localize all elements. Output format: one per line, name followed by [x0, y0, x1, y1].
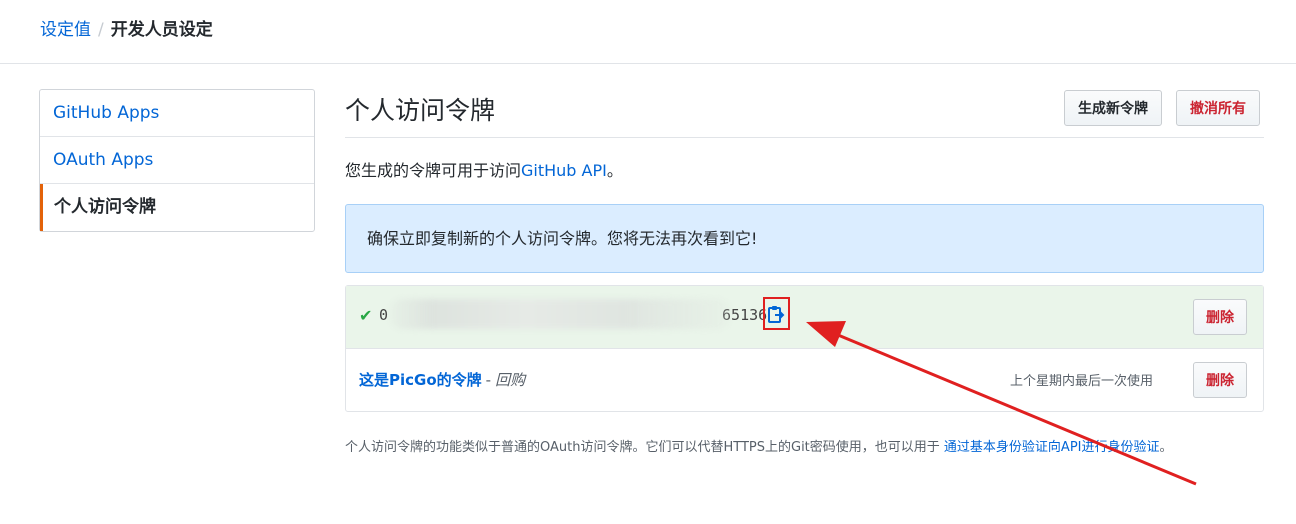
breadcrumb: 设定值 / 开发人员设定: [40, 19, 213, 41]
generate-token-button[interactable]: 生成新令牌: [1064, 90, 1162, 126]
description-suffix: 。: [606, 161, 623, 180]
token-list: ✔ 0 65136 删除 这是PicGo的令牌 - 回购 上个星期内最后一次使用 删除: [345, 285, 1264, 412]
sidebar-menu: GitHub Apps OAuth Apps 个人访问令牌: [39, 89, 315, 232]
delete-new-token-button[interactable]: 删除: [1193, 299, 1247, 335]
main-content: 个人访问令牌 生成新令牌 撤消所有 您生成的令牌可用于访问GitHub API。…: [345, 89, 1264, 455]
flash-notice: 确保立即复制新的个人访问令牌。您将无法再次看到它!: [345, 204, 1264, 273]
note-end: 。: [1159, 440, 1173, 455]
new-token-row: ✔ 0 65136 删除: [346, 286, 1263, 349]
token-row: 这是PicGo的令牌 - 回购 上个星期内最后一次使用 删除: [346, 349, 1263, 411]
sidebar-item-personal-access-tokens[interactable]: 个人访问令牌: [40, 184, 314, 231]
description-text: 您生成的令牌可用于访问: [345, 161, 522, 180]
token-name-line: 这是PicGo的令牌 - 回购: [359, 369, 525, 390]
token-name-link[interactable]: 这是PicGo的令牌: [359, 371, 482, 389]
breadcrumb-settings-link[interactable]: 设定值: [40, 20, 91, 40]
check-icon: ✔: [359, 306, 373, 325]
basic-auth-link[interactable]: 通过基本身份验证向API进行身份验证: [944, 440, 1160, 455]
footer-note: 个人访问令牌的功能类似于普通的OAuth访问令牌。它们可以代替HTTPS上的Gi…: [345, 436, 1264, 459]
revoke-all-button[interactable]: 撤消所有: [1176, 90, 1260, 126]
sidebar-item-github-apps[interactable]: GitHub Apps: [40, 90, 314, 137]
delete-token-button[interactable]: 删除: [1193, 362, 1247, 398]
token-scope: 回购: [495, 371, 526, 389]
sidebar-item-oauth-apps[interactable]: OAuth Apps: [40, 137, 314, 184]
github-api-link[interactable]: GitHub API: [521, 161, 607, 180]
token-last-used: 上个星期内最后一次使用: [1010, 374, 1154, 389]
redacted-token-blur: [390, 299, 730, 329]
clipboard-icon[interactable]: [767, 305, 785, 323]
token-dash: -: [485, 371, 492, 389]
token-value-start: 0: [379, 306, 389, 324]
page-header: 个人访问令牌 生成新令牌 撤消所有: [345, 89, 1264, 138]
breadcrumb-separator: /: [98, 20, 104, 40]
note-text: 个人访问令牌的功能类似于普通的OAuth访问令牌。它们可以代替HTTPS上的Gi…: [345, 440, 944, 455]
page-title: 个人访问令牌: [345, 96, 496, 125]
top-bar: 设定值 / 开发人员设定: [0, 0, 1296, 64]
breadcrumb-current: 开发人员设定: [110, 20, 213, 40]
page-description: 您生成的令牌可用于访问GitHub API。: [345, 159, 623, 183]
